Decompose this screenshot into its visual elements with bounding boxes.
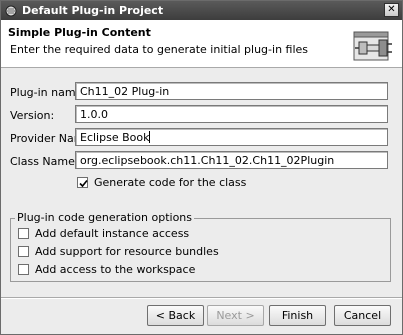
workspace-access-label: Add access to the workspace xyxy=(35,263,196,276)
option-default-instance-row[interactable]: Add default instance access xyxy=(18,227,189,240)
finish-button[interactable]: Finish xyxy=(269,305,326,326)
wizard-dialog: Default Plug-in Project ✕ Simple Plug-in… xyxy=(0,0,403,335)
title-bar[interactable]: Default Plug-in Project ✕ xyxy=(1,1,402,20)
code-options-legend: Plug-in code generation options xyxy=(15,211,194,224)
provider-name-field[interactable]: Eclipse Book xyxy=(75,128,388,146)
eclipse-app-icon xyxy=(5,5,17,17)
generate-code-checkbox[interactable] xyxy=(77,177,88,188)
page-description: Enter the required data to generate init… xyxy=(10,43,309,56)
class-name-label: Class Name: xyxy=(10,155,79,168)
version-value: 1.0.0 xyxy=(80,108,108,121)
version-label: Version: xyxy=(10,109,55,122)
version-field[interactable]: 1.0.0 xyxy=(75,105,388,123)
cancel-button[interactable]: Cancel xyxy=(334,305,391,326)
text-cursor xyxy=(149,131,151,143)
button-separator xyxy=(1,297,402,299)
resource-bundles-label: Add support for resource bundles xyxy=(35,245,219,258)
option-resource-bundles-row[interactable]: Add support for resource bundles xyxy=(18,245,219,258)
next-button[interactable]: Next > xyxy=(207,305,264,326)
plugin-name-value: Ch11_02 Plug-in xyxy=(80,85,170,98)
plugin-name-field[interactable]: Ch11_02 Plug-in xyxy=(75,82,388,100)
back-button[interactable]: < Back xyxy=(147,305,204,326)
class-name-field[interactable]: org.eclipsebook.ch11.Ch11_02.Ch11_02Plug… xyxy=(75,151,388,169)
window-title: Default Plug-in Project xyxy=(22,4,164,17)
checkmark-icon xyxy=(79,179,88,188)
wizard-header: Simple Plug-in Content Enter the require… xyxy=(1,20,402,68)
default-instance-label: Add default instance access xyxy=(35,227,190,240)
generate-code-label: Generate code for the class xyxy=(94,176,247,189)
generate-code-checkbox-row[interactable]: Generate code for the class xyxy=(77,176,246,189)
page-title: Simple Plug-in Content xyxy=(8,26,151,39)
option-workspace-access-row[interactable]: Add access to the workspace xyxy=(18,263,195,276)
resource-bundles-checkbox[interactable] xyxy=(18,246,29,257)
plugin-wizard-icon xyxy=(353,24,393,64)
default-instance-checkbox[interactable] xyxy=(18,228,29,239)
provider-name-value: Eclipse Book xyxy=(80,131,150,144)
class-name-value: org.eclipsebook.ch11.Ch11_02.Ch11_02Plug… xyxy=(80,154,335,167)
workspace-access-checkbox[interactable] xyxy=(18,264,29,275)
close-icon: ✕ xyxy=(387,4,396,15)
close-button[interactable]: ✕ xyxy=(384,3,399,17)
